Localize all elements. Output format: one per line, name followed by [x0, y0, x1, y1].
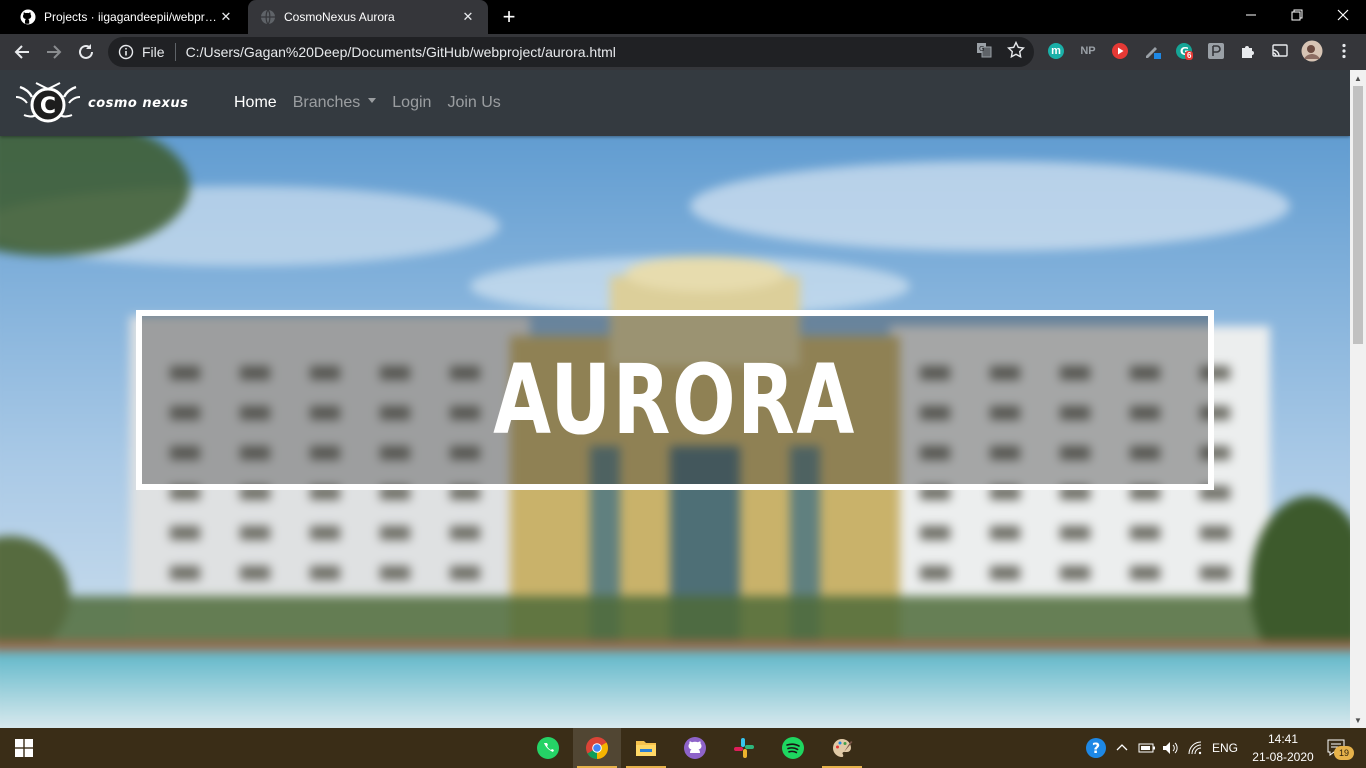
- tab-title: Projects · iigagandeepii/webproje: [44, 10, 218, 24]
- github-icon: [20, 9, 36, 25]
- close-tab-icon[interactable]: ✕: [460, 9, 476, 25]
- youtube-extension-icon[interactable]: [1111, 42, 1129, 60]
- extension-m-label: m: [1051, 45, 1061, 57]
- reader-extension-icon[interactable]: [1207, 42, 1225, 60]
- minimize-icon[interactable]: [1228, 0, 1274, 30]
- extension-np-icon[interactable]: NP: [1077, 42, 1099, 60]
- svg-text:?: ?: [1092, 741, 1100, 757]
- windows-start-button[interactable]: [0, 728, 48, 768]
- spotify-taskbar-button[interactable]: [769, 728, 817, 768]
- globe-icon: [260, 9, 276, 25]
- whatsapp-taskbar-button[interactable]: [524, 728, 572, 768]
- clock-date: 21-08-2020: [1252, 750, 1314, 764]
- url-text[interactable]: C:/Users/Gagan%20Deep/Documents/GitHub/w…: [186, 44, 616, 60]
- translate-icon[interactable]: G: [975, 41, 993, 59]
- puzzle-extensions-icon[interactable]: [1239, 42, 1257, 60]
- logo-letter: C: [40, 94, 56, 119]
- browser-toolbar: File C:/Users/Gagan%20Deep/Documents/Git…: [0, 34, 1366, 70]
- nav-links: Home Branches Login Join Us: [234, 70, 517, 136]
- file-explorer-taskbar-button[interactable]: [622, 728, 670, 768]
- address-bar[interactable]: File C:/Users/Gagan%20Deep/Documents/Git…: [108, 37, 1034, 67]
- extension-np-label: NP: [1080, 45, 1096, 57]
- restore-icon[interactable]: [1274, 0, 1320, 30]
- tab-title: CosmoNexus Aurora: [284, 10, 395, 24]
- nav-login[interactable]: Login: [392, 94, 431, 112]
- page-scrollbar[interactable]: ▲ ▼: [1350, 70, 1366, 728]
- nav-branches-label: Branches: [292, 94, 361, 111]
- taskbar: ? ENG 14:41 21-08-2020 19: [0, 728, 1366, 768]
- action-center-button[interactable]: 19: [1320, 728, 1354, 768]
- kebab-menu-icon[interactable]: [1335, 42, 1353, 60]
- dragon-logo-icon: C: [15, 82, 81, 123]
- tab-strip: Projects · iigagandeepii/webproje ✕ Cosm…: [0, 0, 1366, 34]
- divider: [174, 43, 176, 61]
- hero-section: AURORA: [0, 136, 1350, 728]
- whatsapp-icon: [537, 737, 559, 759]
- folder-icon: [636, 741, 656, 756]
- scrollbar-thumb[interactable]: [1353, 86, 1363, 344]
- reload-button[interactable]: [72, 38, 100, 66]
- battery-icon[interactable]: [1136, 728, 1158, 768]
- close-window-icon[interactable]: [1320, 0, 1366, 30]
- paint-palette-icon: [832, 739, 853, 757]
- github-desktop-icon: [684, 737, 706, 759]
- chrome-icon: [586, 737, 608, 759]
- pen-extension-icon[interactable]: [1143, 42, 1161, 60]
- back-arrow-icon: [14, 45, 29, 59]
- site-navbar: C cosmo nexus Home Branches Login Join U…: [0, 70, 1350, 136]
- bookmark-star-icon[interactable]: [1007, 41, 1025, 59]
- profile-avatar[interactable]: [1301, 40, 1323, 62]
- hero-title: AURORA: [493, 344, 857, 456]
- brand-logo[interactable]: C cosmo nexus: [14, 74, 214, 132]
- hero-title-box: AURORA: [136, 310, 1214, 490]
- slack-taskbar-button[interactable]: [720, 728, 768, 768]
- close-tab-icon[interactable]: ✕: [218, 9, 234, 25]
- github-desktop-taskbar-button[interactable]: [671, 728, 719, 768]
- cast-icon[interactable]: [1271, 42, 1289, 60]
- help-tray-icon[interactable]: ?: [1082, 728, 1110, 768]
- forward-button[interactable]: [40, 38, 68, 66]
- windows-logo-icon: [15, 739, 33, 757]
- svg-text:G: G: [979, 45, 984, 53]
- language-indicator[interactable]: ENG: [1208, 728, 1242, 768]
- extension-badge: 6: [1185, 51, 1194, 60]
- notification-count-badge: 19: [1334, 746, 1354, 760]
- new-tab-button[interactable]: +: [496, 4, 522, 30]
- nav-branches-dropdown[interactable]: Branches: [293, 94, 377, 112]
- extension-m-icon[interactable]: m: [1047, 42, 1065, 60]
- wifi-icon[interactable]: [1185, 728, 1207, 768]
- info-icon[interactable]: [118, 44, 134, 60]
- chrome-taskbar-button[interactable]: [573, 728, 621, 768]
- tab-projects[interactable]: Projects · iigagandeepii/webproje ✕: [8, 0, 246, 34]
- system-clock[interactable]: 14:41 21-08-2020: [1246, 730, 1320, 766]
- scroll-up-icon[interactable]: ▲: [1350, 70, 1366, 86]
- paint-taskbar-button[interactable]: [818, 728, 866, 768]
- nav-home[interactable]: Home: [234, 94, 277, 112]
- scroll-down-icon[interactable]: ▼: [1350, 712, 1366, 728]
- volume-icon[interactable]: [1160, 728, 1182, 768]
- scheme-label: File: [142, 44, 165, 60]
- grammar-extension-icon[interactable]: G 6: [1175, 42, 1194, 60]
- chevron-up-icon[interactable]: [1112, 728, 1132, 768]
- slack-icon: [734, 738, 754, 758]
- reload-icon: [79, 44, 93, 59]
- tab-cosmonexus-aurora[interactable]: CosmoNexus Aurora ✕: [248, 0, 488, 34]
- clock-time: 14:41: [1267, 732, 1299, 746]
- spotify-icon: [782, 737, 804, 759]
- page-viewport: C cosmo nexus Home Branches Login Join U…: [0, 70, 1350, 728]
- caret-down-icon: [368, 98, 377, 104]
- nav-join-us[interactable]: Join Us: [447, 94, 500, 112]
- brand-name: cosmo nexus: [88, 95, 189, 111]
- forward-arrow-icon: [47, 45, 62, 59]
- back-button[interactable]: [8, 38, 36, 66]
